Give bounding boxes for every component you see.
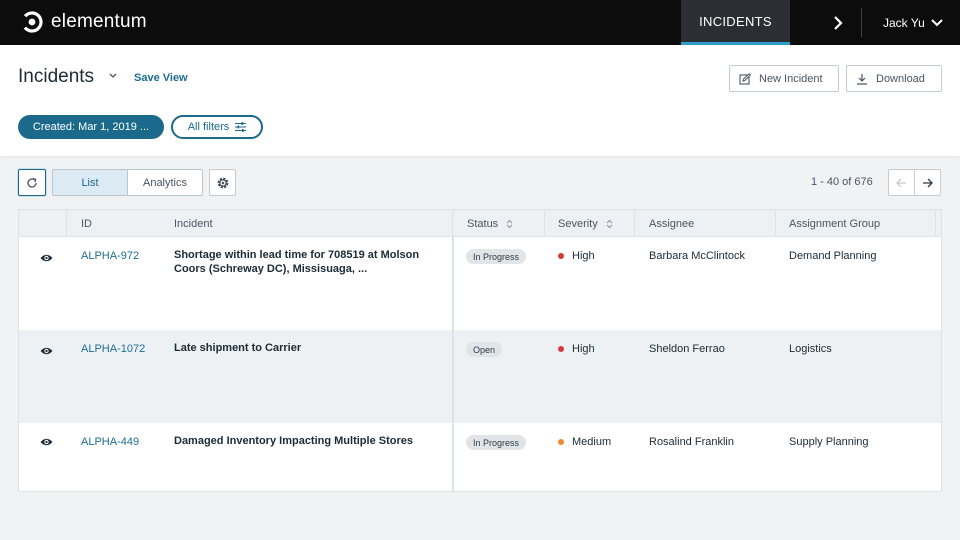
chevron-down-icon[interactable] (109, 73, 117, 79)
nav-divider (861, 8, 862, 37)
severity-label: Medium (572, 436, 612, 448)
user-name: Jack Yu (883, 15, 925, 30)
page-header: Incidents Save View New Incident Downloa… (0, 45, 960, 156)
column-header-assignee[interactable]: Assignee (635, 210, 694, 237)
refresh-icon (27, 177, 37, 188)
all-filters-label: All filters (187, 121, 230, 133)
all-filters-button[interactable]: All filters (171, 115, 263, 139)
elementum-logo-icon (21, 11, 43, 33)
severity-label: High (572, 250, 595, 262)
column-header-group[interactable]: Assignment Group (775, 210, 880, 237)
status-badge: In Progress (466, 249, 527, 264)
sliders-icon (235, 122, 247, 132)
view-toggle: List Analytics (52, 169, 203, 196)
sort-icon (606, 219, 613, 228)
incidents-table: ID Incident Status Severity Assignee Ass… (18, 209, 942, 492)
status-badge: Open (466, 342, 503, 357)
assignee-name: Rosalind Franklin (649, 436, 734, 448)
arrow-right-icon (923, 178, 933, 187)
tab-incidents[interactable]: INCIDENTS (681, 0, 790, 45)
incident-title: Late shipment to Carrier (174, 342, 302, 354)
incident-title: Shortage within lead time for 708519 at … (174, 249, 420, 275)
user-menu[interactable]: Jack Yu (883, 0, 943, 45)
table-row[interactable]: ALPHA-972 Shortage within lead time for … (19, 237, 941, 330)
download-button[interactable]: Download (846, 65, 942, 92)
assignment-group: Supply Planning (789, 436, 869, 448)
download-icon (857, 73, 867, 85)
incident-id-link[interactable]: ALPHA-972 (81, 250, 139, 262)
eye-icon[interactable] (40, 346, 53, 356)
incident-id-link[interactable]: ALPHA-449 (81, 436, 139, 448)
view-list-button[interactable]: List (53, 170, 128, 195)
severity-dot (558, 253, 564, 259)
view-analytics-button[interactable]: Analytics (128, 170, 202, 195)
prev-page-button[interactable] (888, 169, 915, 196)
arrow-left-icon (896, 178, 906, 187)
new-incident-label: New Incident (759, 72, 823, 85)
logo-text: elementum (51, 11, 147, 32)
severity-dot (558, 439, 564, 445)
column-label: Status (467, 217, 499, 230)
table-settings-button[interactable] (209, 169, 236, 196)
severity-label: High (572, 343, 595, 355)
column-header-id[interactable]: ID (67, 210, 92, 237)
assignee-name: Sheldon Ferrao (649, 343, 725, 355)
column-label: Incident (174, 217, 213, 230)
gear-icon (217, 177, 228, 188)
table-row[interactable]: ALPHA-1072 Late shipment to Carrier Open… (19, 330, 941, 423)
top-navbar: elementum INCIDENTS Jack Yu (0, 0, 960, 45)
assignment-group: Logistics (789, 343, 832, 355)
table-row[interactable]: ALPHA-449 Damaged Inventory Impacting Mu… (19, 423, 941, 491)
column-header-incident[interactable]: Incident (160, 210, 213, 237)
eye-icon[interactable] (40, 437, 53, 447)
new-incident-button[interactable]: New Incident (729, 65, 839, 92)
download-label: Download (876, 72, 925, 85)
sort-icon (506, 219, 513, 228)
next-page-button[interactable] (914, 169, 941, 196)
page-title: Incidents (18, 66, 95, 87)
incident-title: Damaged Inventory Impacting Multiple Sto… (174, 435, 413, 447)
column-header-severity[interactable]: Severity (544, 210, 613, 237)
column-divider (935, 210, 936, 237)
assignment-group: Demand Planning (789, 250, 877, 262)
column-label: Severity (558, 217, 598, 230)
chevron-right-icon[interactable] (828, 13, 848, 33)
column-label: ID (81, 217, 92, 230)
save-view-link[interactable]: Save View (134, 72, 188, 84)
pinned-column-divider (452, 237, 454, 491)
edit-icon (739, 72, 751, 85)
column-label: Assignee (649, 217, 695, 230)
incident-id-link[interactable]: ALPHA-1072 (81, 343, 145, 355)
pagination-summary: 1 - 40 of 676 (811, 176, 873, 188)
severity-dot (558, 346, 564, 352)
app-logo[interactable]: elementum (20, 10, 147, 34)
refresh-button[interactable] (18, 169, 46, 196)
assignee-name: Barbara McClintock (649, 250, 745, 262)
table-header: ID Incident Status Severity Assignee Ass… (19, 210, 941, 237)
created-filter-label: Created: Mar 1, 2019 ... (32, 121, 150, 133)
column-header-status[interactable]: Status (453, 210, 513, 237)
created-filter-chip[interactable]: Created: Mar 1, 2019 ... (18, 115, 164, 139)
status-badge: In Progress (466, 435, 527, 450)
column-label: Assignment Group (789, 217, 881, 230)
chevron-down-icon (931, 18, 943, 26)
eye-icon[interactable] (40, 253, 53, 263)
